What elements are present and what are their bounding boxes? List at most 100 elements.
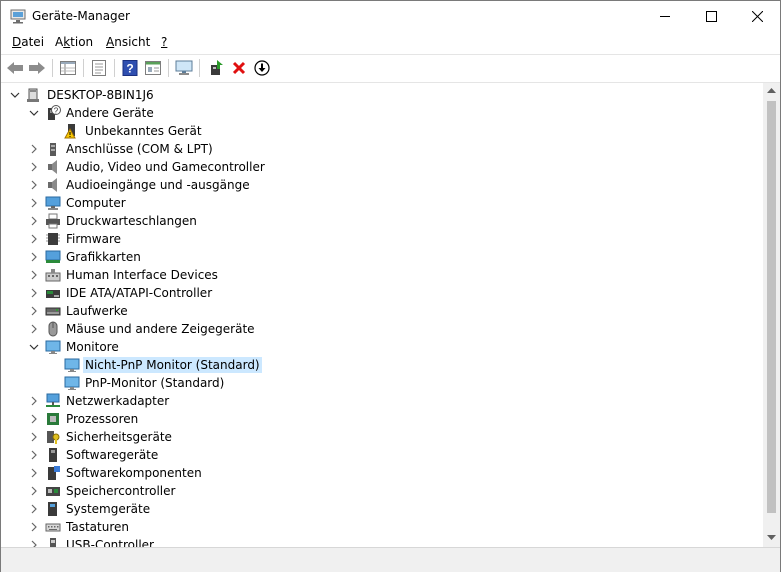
tree-item-label: IDE ATA/ATAPI-Controller [66, 286, 213, 300]
tree-category[interactable]: Grafikkarten [1, 248, 761, 266]
chevron-right-icon[interactable] [28, 521, 40, 533]
unknown-device-icon: ? [48, 105, 61, 120]
tree-category[interactable]: Speichercontroller [1, 482, 761, 500]
minimize-button[interactable] [642, 1, 688, 32]
menu-bar: Datei Aktion Ansicht ? [1, 32, 780, 53]
warning-device-icon [64, 124, 76, 139]
tree-device[interactable]: Unbekanntes Gerät [1, 122, 761, 140]
tree-item-label: Softwarekomponenten [66, 466, 202, 480]
mouse-icon [48, 321, 58, 337]
tree-item-label: USB-Controller [66, 538, 154, 547]
tree-item-label: Grafikkarten [66, 250, 141, 264]
disable-device-button[interactable] [252, 58, 272, 78]
tree-category[interactable]: Audio, Video und Gamecontroller [1, 158, 761, 176]
forward-button[interactable] [27, 58, 47, 78]
tree-device[interactable]: PnP-Monitor (Standard) [1, 374, 761, 392]
tree-root[interactable]: DESKTOP-8BIN1J6 [1, 86, 761, 104]
chevron-down-icon[interactable] [9, 89, 21, 101]
help-button[interactable]: ? [120, 58, 140, 78]
chevron-right-icon[interactable] [28, 197, 40, 209]
maximize-icon [705, 11, 717, 22]
tree-category[interactable]: Audioeingänge und -ausgänge [1, 176, 761, 194]
toolbar-separator [114, 59, 115, 77]
chevron-right-icon[interactable] [28, 449, 40, 461]
tree-item-label: Softwaregeräte [66, 448, 159, 462]
chevron-right-icon[interactable] [28, 287, 40, 299]
menu-help[interactable]: ? [161, 35, 167, 49]
chevron-down-icon[interactable] [28, 107, 40, 119]
scroll-down-arrow-icon[interactable] [767, 535, 776, 541]
tree-category[interactable]: IDE ATA/ATAPI-Controller [1, 284, 761, 302]
tree-category[interactable]: Systemgeräte [1, 500, 761, 518]
system-device-icon [48, 502, 57, 516]
usb-icon [50, 538, 56, 547]
tree-category[interactable]: Firmware [1, 230, 761, 248]
title-bar[interactable]: Geräte-Manager [1, 1, 780, 32]
chevron-right-icon[interactable] [28, 485, 40, 497]
uninstall-button[interactable] [229, 58, 249, 78]
tree-category[interactable]: Sicherheitsgeräte [1, 428, 761, 446]
update-driver-button[interactable] [206, 58, 226, 78]
tree-item-label: Firmware [66, 232, 121, 246]
chevron-down-icon[interactable] [28, 341, 40, 353]
maximize-button[interactable] [688, 1, 734, 32]
tree-category[interactable]: Mäuse und andere Zeigegeräte [1, 320, 761, 338]
chevron-right-icon[interactable] [28, 305, 40, 317]
hid-icon [45, 269, 61, 282]
back-button[interactable] [5, 58, 25, 78]
tree-category[interactable]: Computer [1, 194, 761, 212]
storage-controller-icon [46, 487, 60, 496]
chevron-right-icon[interactable] [28, 179, 40, 191]
chevron-right-icon[interactable] [28, 251, 40, 263]
chevron-right-icon[interactable] [28, 161, 40, 173]
properties-button[interactable] [89, 58, 109, 78]
tree-item-label: Human Interface Devices [66, 268, 218, 282]
printer-icon [46, 213, 60, 229]
chevron-right-icon[interactable] [28, 413, 40, 425]
tree-device[interactable]: Nicht-PnP Monitor (Standard) [1, 356, 761, 374]
menu-ansicht[interactable]: Ansicht [106, 35, 150, 49]
close-button[interactable] [734, 1, 780, 32]
tree-category[interactable]: Druckwarteschlangen [1, 212, 761, 230]
chevron-right-icon[interactable] [28, 431, 40, 443]
menu-aktion[interactable]: Aktion [55, 35, 93, 49]
software-device-icon [49, 448, 57, 462]
tree-category[interactable]: Softwarekomponenten [1, 464, 761, 482]
view-button[interactable] [143, 58, 163, 78]
chevron-right-icon[interactable] [28, 143, 40, 155]
tree-category[interactable]: Human Interface Devices [1, 266, 761, 284]
tree-category[interactable]: Netzwerkadapter [1, 392, 761, 410]
tree-category[interactable]: Laufwerke [1, 302, 761, 320]
chevron-right-icon[interactable] [28, 539, 40, 547]
menu-datei[interactable]: Datei [12, 35, 44, 49]
chevron-right-icon[interactable] [28, 215, 40, 227]
scroll-up-arrow-icon[interactable] [767, 88, 776, 94]
chevron-right-icon[interactable] [28, 269, 40, 281]
tree-category[interactable]: Prozessoren [1, 410, 761, 428]
tree-category[interactable]: Monitore [1, 338, 761, 356]
chevron-right-icon[interactable] [28, 233, 40, 245]
vertical-scrollbar[interactable] [763, 83, 780, 547]
disk-drive-icon [45, 307, 61, 316]
toolbar-separator [52, 59, 53, 77]
speaker-icon [48, 160, 57, 174]
tree-category[interactable]: ? Andere Geräte [1, 104, 761, 122]
chevron-right-icon[interactable] [28, 467, 40, 479]
monitor-icon [64, 358, 80, 372]
tree-category[interactable]: Softwaregeräte [1, 446, 761, 464]
tree-category[interactable]: Anschlüsse (COM & LPT) [1, 140, 761, 158]
chevron-right-icon[interactable] [28, 503, 40, 515]
tree-item-label: PnP-Monitor (Standard) [85, 376, 225, 390]
show-hide-tree-button[interactable] [58, 58, 78, 78]
tree-item-label: Anschlüsse (COM & LPT) [66, 142, 213, 156]
tree-category[interactable]: Tastaturen [1, 518, 761, 536]
speaker-icon [48, 178, 57, 192]
scan-hardware-button[interactable] [174, 58, 194, 78]
tree-item-label: Systemgeräte [66, 502, 151, 516]
device-tree[interactable]: DESKTOP-8BIN1J6? Andere Geräte Unbekanntes… [1, 83, 763, 547]
chevron-right-icon[interactable] [28, 323, 40, 335]
scrollbar-thumb[interactable] [767, 101, 776, 513]
ide-icon [46, 290, 60, 298]
chevron-right-icon[interactable] [28, 395, 40, 407]
tree-category[interactable]: USB-Controller [1, 536, 761, 547]
